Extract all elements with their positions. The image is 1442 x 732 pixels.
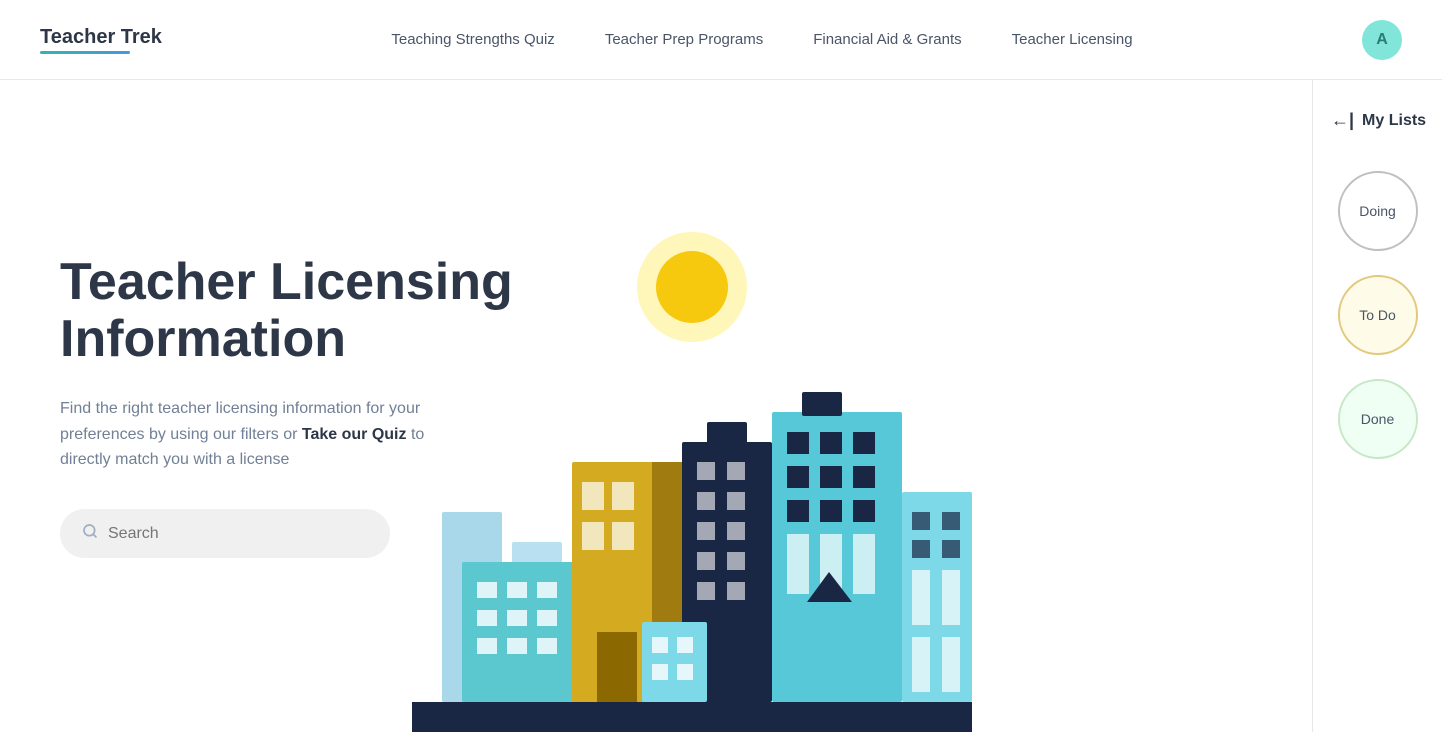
- nav-link-prep[interactable]: Teacher Prep Programs: [605, 31, 763, 48]
- avatar[interactable]: A: [1362, 20, 1402, 60]
- todo-button[interactable]: To Do: [1338, 275, 1418, 355]
- my-lists-label: My Lists: [1362, 112, 1426, 130]
- nav-link-financial[interactable]: Financial Aid & Grants: [813, 31, 961, 48]
- my-lists-header[interactable]: ←| My Lists: [1323, 110, 1432, 131]
- done-button[interactable]: Done: [1338, 379, 1418, 459]
- list-buttons: Doing To Do Done: [1338, 171, 1418, 459]
- search-input[interactable]: [108, 525, 368, 543]
- back-arrow-icon: ←|: [1331, 110, 1354, 131]
- search-bar: [60, 509, 390, 558]
- hero-subtitle: Find the right teacher licensing informa…: [60, 396, 460, 473]
- nav-link-licensing[interactable]: Teacher Licensing: [1012, 31, 1133, 48]
- left-content: Teacher Licensing Information Find the r…: [60, 254, 513, 558]
- nav-links: Teaching Strengths Quiz Teacher Prep Pro…: [391, 31, 1132, 48]
- quiz-link[interactable]: Take our Quiz: [302, 426, 407, 443]
- search-icon: [82, 523, 98, 544]
- hero-title: Teacher Licensing Information: [60, 254, 513, 368]
- nav-link-quiz[interactable]: Teaching Strengths Quiz: [391, 31, 554, 48]
- logo[interactable]: Teacher Trek: [40, 26, 162, 54]
- logo-text: Teacher Trek: [40, 26, 162, 49]
- logo-underline: [40, 51, 130, 54]
- doing-button[interactable]: Doing: [1338, 171, 1418, 251]
- sidebar: ←| My Lists Doing To Do Done: [1312, 80, 1442, 732]
